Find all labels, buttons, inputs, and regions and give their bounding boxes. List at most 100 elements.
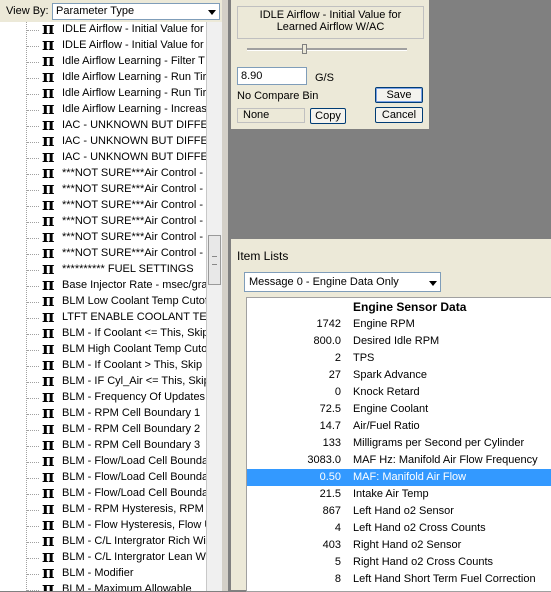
- tree-item[interactable]: π ***NOT SURE***Air Control -: [0, 179, 206, 199]
- chevron-down-icon[interactable]: [204, 4, 219, 19]
- tree-item[interactable]: π IDLE Airflow - Initial Value for: [0, 22, 206, 39]
- parameter-editor-dialog: IDLE Airflow - Initial Value for Learned…: [230, 0, 430, 130]
- tree-item[interactable]: π BLM - RPM Cell Boundary 1: [0, 403, 206, 423]
- list-item[interactable]: 14.7 Air/Fuel Ratio: [247, 418, 551, 435]
- tree-item-label: ***NOT SURE***Air Control -: [62, 215, 204, 227]
- list-item[interactable]: 800.0 Desired Idle RPM: [247, 333, 551, 350]
- tree-item[interactable]: π ***NOT SURE***Air Control -: [0, 195, 206, 215]
- tree-item[interactable]: π BLM - RPM Cell Boundary 2: [0, 419, 206, 439]
- tree-item-label: Idle Airflow Learning - Run Tir: [62, 87, 206, 99]
- tree-item[interactable]: π Base Injector Rate - msec/gra: [0, 275, 206, 295]
- tree-item[interactable]: π IAC - UNKNOWN BUT DIFFER: [0, 115, 206, 135]
- save-button[interactable]: Save: [375, 87, 423, 103]
- item-list-select[interactable]: Message 0 - Engine Data Only: [244, 272, 441, 292]
- tree-item[interactable]: π Idle Airflow Learning - Filter T: [0, 51, 206, 71]
- tree-item-label: BLM - RPM Cell Boundary 1: [62, 407, 201, 419]
- tree-item[interactable]: π BLM - RPM Hysteresis, RPM U: [0, 499, 206, 519]
- list-item[interactable]: 133 Milligrams per Second per Cylinder: [247, 435, 551, 452]
- tree-item[interactable]: π BLM - Modifier: [0, 563, 206, 583]
- tree-item-label: Idle Airflow Learning - Run Tir: [62, 71, 206, 83]
- list-item[interactable]: 0.50 MAF: Manifold Air Flow: [247, 469, 551, 486]
- tree-item[interactable]: π BLM - C/L Intergrator Rich Wir: [0, 531, 206, 551]
- list-item[interactable]: 27 Spark Advance: [247, 367, 551, 384]
- item-value: 5: [334, 556, 341, 568]
- tree-item[interactable]: π IAC - UNKNOWN BUT DIFFER: [0, 131, 206, 151]
- list-item[interactable]: 867 Left Hand o2 Sensor: [247, 503, 551, 520]
- view-by-select[interactable]: Parameter Type: [52, 3, 220, 20]
- tree-item[interactable]: π BLM - C/L Intergrator Lean Wi: [0, 547, 206, 567]
- tree-item-label: ********** FUEL SETTINGS: [62, 263, 194, 275]
- tree-item[interactable]: π BLM - Frequency Of Updates: [0, 387, 206, 407]
- tree-connector: [27, 350, 39, 351]
- item-value: 3083.0: [307, 454, 341, 466]
- tree-connector: [27, 334, 39, 335]
- item-name: MAF Hz: Manifold Air Flow Frequency: [353, 454, 538, 466]
- value-slider-track[interactable]: [247, 48, 407, 51]
- item-value: 403: [322, 539, 341, 551]
- tree-connector: [27, 190, 39, 191]
- tree-connector: [27, 494, 39, 495]
- tree-item[interactable]: π BLM - Flow/Load Cell Boundar: [0, 467, 206, 487]
- tree-connector: [27, 222, 39, 223]
- tree-item[interactable]: π ***NOT SURE***Air Control -: [0, 163, 206, 183]
- tree-item[interactable]: π BLM - Flow/Load Cell Boundar: [0, 483, 206, 503]
- tree-item-label: ***NOT SURE***Air Control -: [62, 231, 204, 243]
- tree-item[interactable]: π BLM - If Coolant > This, Skip L: [0, 355, 206, 375]
- list-item[interactable]: 1742 Engine RPM: [247, 316, 551, 333]
- tree-item-label: ***NOT SURE***Air Control -: [62, 247, 204, 259]
- tree-item[interactable]: π ********** FUEL SETTINGS: [0, 259, 206, 279]
- tree-item[interactable]: π ***NOT SURE***Air Control -: [0, 227, 206, 247]
- pi-icon: π: [42, 579, 55, 591]
- item-name: Intake Air Temp: [353, 488, 429, 500]
- tree-connector: [27, 110, 39, 111]
- scrollbar-thumb[interactable]: [208, 235, 221, 285]
- tree-connector: [27, 46, 39, 47]
- tree-connector: [27, 94, 39, 95]
- list-item[interactable]: 5 Right Hand o2 Cross Counts: [247, 554, 551, 571]
- tree-item[interactable]: π IDLE Airflow - Initial Value for: [0, 35, 206, 55]
- item-value: 1742: [316, 318, 341, 330]
- tree-connector: [27, 126, 39, 127]
- tree-item-label: Base Injector Rate - msec/gra: [62, 279, 206, 291]
- cancel-button[interactable]: Cancel: [375, 107, 423, 123]
- tree-item[interactable]: π Idle Airflow Learning - Increas: [0, 99, 206, 119]
- tree-connector: [27, 238, 39, 239]
- compare-bin-label: No Compare Bin: [237, 90, 319, 102]
- tree-item[interactable]: πLTFT ENABLE COOLANT TEMF: [0, 307, 206, 327]
- tree-connector: [27, 286, 39, 287]
- tree-connector: [27, 430, 39, 431]
- item-value: 0: [334, 386, 341, 398]
- value-slider-thumb[interactable]: [302, 44, 307, 54]
- list-item[interactable]: 21.5 Intake Air Temp: [247, 486, 551, 503]
- list-item[interactable]: 8 Left Hand Short Term Fuel Correction: [247, 571, 551, 588]
- item-value: 72.5: [319, 403, 341, 415]
- tree-item[interactable]: π BLM High Coolant Temp Cutof: [0, 339, 206, 359]
- list-item[interactable]: 403 Right Hand o2 Sensor: [247, 537, 551, 554]
- tree-item[interactable]: π BLM - IF Cyl_Air <= This, Skip: [0, 371, 206, 391]
- tree-item[interactable]: π BLM Low Coolant Temp Cutof: [0, 291, 206, 311]
- tree-item[interactable]: π ***NOT SURE***Air Control -: [0, 243, 206, 263]
- list-item[interactable]: 3083.0 MAF Hz: Manifold Air Flow Frequenc…: [247, 452, 551, 469]
- tree-connector: [27, 270, 39, 271]
- splitter[interactable]: [222, 0, 228, 591]
- list-item[interactable]: 4 Left Hand o2 Cross Counts: [247, 520, 551, 537]
- tree-item[interactable]: π IAC - UNKNOWN BUT DIFFER: [0, 147, 206, 167]
- tree-item[interactable]: π BLM - Flow Hysteresis, Flow U: [0, 515, 206, 535]
- tree-item[interactable]: π Idle Airflow Learning - Run Tir: [0, 67, 206, 87]
- tree-item[interactable]: π BLM - Flow/Load Cell Boundar: [0, 451, 206, 471]
- item-name: Left Hand o2 Sensor: [353, 505, 454, 517]
- list-item[interactable]: 0 Knock Retard: [247, 384, 551, 401]
- tree-item[interactable]: π ***NOT SURE***Air Control -: [0, 211, 206, 231]
- value-input[interactable]: 8.90: [237, 67, 307, 85]
- list-item[interactable]: 72.5 Engine Coolant: [247, 401, 551, 418]
- copy-button[interactable]: Copy: [310, 108, 346, 124]
- tree-item[interactable]: π Idle Airflow Learning - Run Tir: [0, 83, 206, 103]
- tree-item[interactable]: π BLM - Maximum Allowable: [0, 579, 206, 591]
- list-item[interactable]: 2 TPS: [247, 350, 551, 367]
- tree-item[interactable]: π BLM - RPM Cell Boundary 3: [0, 435, 206, 455]
- tree-item[interactable]: π BLM - If Coolant <= This, Skip: [0, 323, 206, 343]
- chevron-down-icon[interactable]: [425, 275, 440, 290]
- tree-connector: [27, 158, 39, 159]
- tree-scrollbar[interactable]: [206, 22, 223, 591]
- tree-item-label: ***NOT SURE***Air Control -: [62, 167, 204, 179]
